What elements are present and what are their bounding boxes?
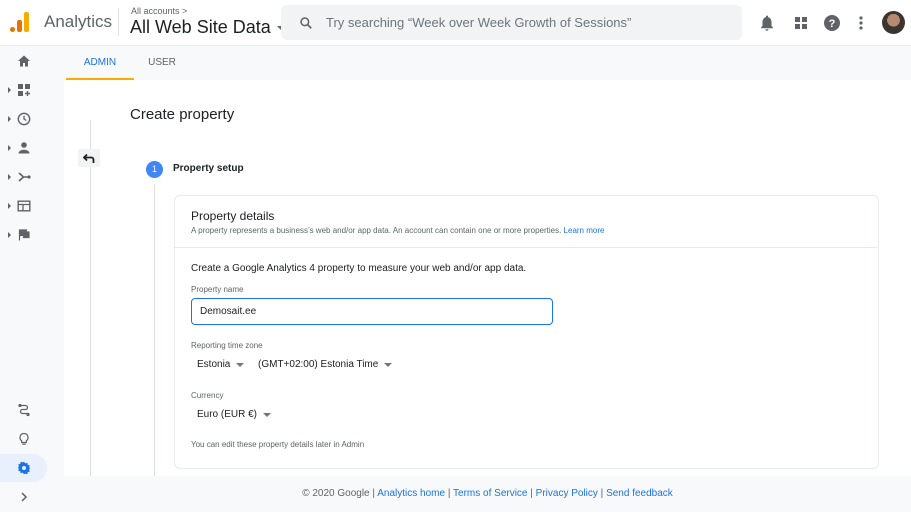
- expand-arrow-icon: [8, 232, 11, 238]
- property-name-label: Property name: [191, 285, 244, 294]
- lightbulb-icon: [19, 432, 29, 445]
- timezone-country-value: Estonia: [197, 359, 231, 370]
- currency-value: Euro (EUR €): [197, 409, 258, 420]
- step-number: 1: [146, 161, 163, 178]
- send-feedback-link[interactable]: Send feedback: [606, 488, 673, 499]
- apps-grid-icon: [795, 17, 807, 29]
- currency-label: Currency: [191, 391, 224, 400]
- chevron-right-icon: [21, 492, 28, 502]
- app-name: Analytics: [44, 12, 113, 31]
- clock-icon: [17, 112, 31, 126]
- sidebar-item-discover[interactable]: [0, 425, 64, 453]
- expand-arrow-icon: [8, 203, 11, 209]
- view-selector-label: All Web Site Data: [130, 17, 271, 37]
- gear-icon: [17, 461, 31, 475]
- analytics-home-link[interactable]: Analytics home: [377, 488, 445, 499]
- terms-of-service-link[interactable]: Terms of Service: [453, 488, 527, 499]
- currency-select[interactable]: Euro (EUR €): [197, 409, 272, 420]
- step-connector: [154, 184, 155, 476]
- expand-arrow-icon: [8, 174, 11, 180]
- sidebar-item-audience[interactable]: [0, 134, 64, 162]
- notifications-button[interactable]: [757, 13, 777, 33]
- footer: © 2020 Google | Analytics home | Terms o…: [64, 476, 911, 512]
- search-input[interactable]: [326, 15, 726, 30]
- home-icon: [18, 55, 30, 67]
- flag-icon: [18, 229, 30, 241]
- search-icon: [300, 16, 312, 29]
- tab-user[interactable]: USER: [134, 46, 190, 80]
- breadcrumb[interactable]: All accounts >: [131, 6, 187, 16]
- caret-down-icon: [236, 362, 245, 367]
- person-icon: [18, 142, 30, 154]
- sidebar-item-acquisition[interactable]: [0, 163, 64, 191]
- avatar[interactable]: [882, 11, 905, 34]
- expand-arrow-icon: [8, 87, 11, 93]
- intro-text: Create a Google Analytics 4 property to …: [191, 263, 527, 274]
- more-options-button[interactable]: [851, 13, 871, 33]
- sidebar-item-realtime[interactable]: [0, 105, 64, 133]
- apps-button[interactable]: [791, 13, 811, 33]
- help-button[interactable]: ?: [822, 13, 842, 33]
- property-details-card: Property details A property represents a…: [174, 195, 879, 469]
- property-name-input[interactable]: [191, 298, 553, 325]
- acquisition-icon: [18, 172, 31, 182]
- timezone-select[interactable]: (GMT+02:00) Estonia Time: [258, 359, 393, 370]
- view-selector[interactable]: All Web Site Data: [130, 17, 285, 38]
- back-button[interactable]: [78, 149, 100, 167]
- help-icon: ?: [824, 15, 840, 31]
- privacy-policy-link[interactable]: Privacy Policy: [536, 488, 598, 499]
- card-header: Property details A property represents a…: [175, 196, 878, 248]
- copyright: © 2020 Google: [302, 488, 370, 499]
- bell-icon: [761, 15, 773, 31]
- behavior-icon: [17, 200, 31, 212]
- dashboard-icon: [18, 84, 30, 96]
- card-title: Property details: [191, 209, 275, 223]
- sidebar-item-behavior[interactable]: [0, 192, 64, 220]
- divider: [90, 120, 91, 476]
- admin-tabs: ADMIN USER: [64, 46, 911, 80]
- back-arrow-icon: [83, 153, 95, 163]
- caret-down-icon: [263, 412, 272, 417]
- more-vert-icon: [859, 16, 863, 30]
- top-bar: Analytics All accounts > All Web Site Da…: [0, 0, 911, 46]
- card-subtitle: A property represents a business’s web a…: [191, 226, 604, 235]
- page-title: Create property: [130, 106, 235, 123]
- expand-arrow-icon: [8, 145, 11, 151]
- search-bar[interactable]: [281, 5, 742, 40]
- edit-later-note: You can edit these property details late…: [191, 440, 365, 449]
- timezone-country-select[interactable]: Estonia: [197, 359, 245, 370]
- expand-arrow-icon: [8, 116, 11, 122]
- sidebar-item-admin[interactable]: [0, 454, 47, 482]
- learn-more-link[interactable]: Learn more: [564, 226, 605, 235]
- tab-admin[interactable]: ADMIN: [66, 46, 134, 80]
- main-content: Create property 1 Property setup Propert…: [64, 80, 911, 476]
- separator: |: [527, 488, 536, 499]
- card-subtitle-text: A property represents a business’s web a…: [191, 226, 562, 235]
- divider: [118, 8, 119, 36]
- analytics-logo[interactable]: [10, 12, 30, 32]
- timezone-label: Reporting time zone: [191, 341, 263, 350]
- separator: |: [597, 488, 607, 499]
- sidebar-item-customization[interactable]: [0, 76, 64, 104]
- timezone-value: (GMT+02:00) Estonia Time: [258, 359, 379, 370]
- sidebar: [0, 46, 64, 512]
- sidebar-item-home[interactable]: [0, 47, 64, 75]
- step-label: Property setup: [173, 163, 244, 174]
- caret-down-icon: [384, 362, 393, 367]
- sidebar-expand-button[interactable]: [0, 483, 64, 511]
- route-icon: [18, 403, 30, 417]
- separator: |: [445, 488, 454, 499]
- sidebar-item-conversions[interactable]: [0, 221, 64, 249]
- sidebar-item-attribution[interactable]: [0, 396, 64, 424]
- svg-text:?: ?: [829, 18, 836, 30]
